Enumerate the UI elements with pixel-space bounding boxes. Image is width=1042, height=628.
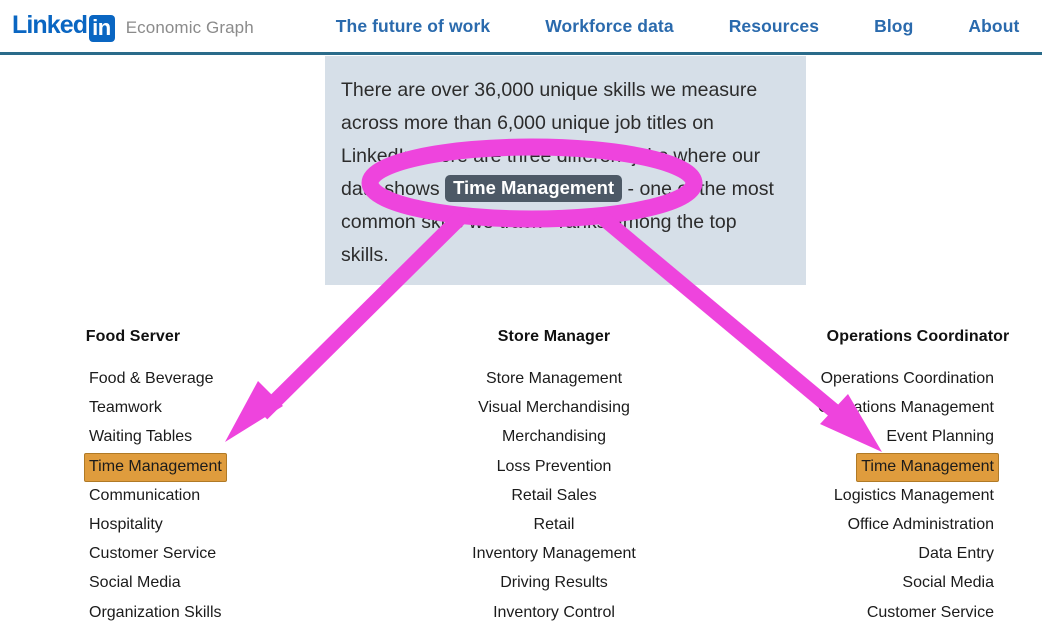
nav-item-the-future-of-work[interactable]: The future of work	[336, 16, 490, 37]
nav-item-workforce-data[interactable]: Workforce data	[545, 16, 673, 37]
skill-label: Visual Merchandising	[478, 399, 630, 417]
skill-label: Teamwork	[89, 399, 162, 417]
list-item[interactable]: Teamwork	[40, 394, 270, 423]
skill-label: Waiting Tables	[89, 428, 193, 446]
list-item[interactable]: Customer Service	[40, 540, 270, 569]
skill-label: Social Media	[902, 574, 994, 592]
list-item-highlighted[interactable]: Time Management	[40, 452, 270, 482]
skill-column-operations-coordinator: Operations Coordinator Operations Coordi…	[790, 328, 1018, 628]
skill-label: Hospitality	[89, 516, 163, 534]
skill-list-store-manager: Store Management Visual Merchandising Me…	[400, 365, 708, 628]
list-item[interactable]: Retail	[400, 511, 708, 540]
skill-label: Office Administration	[847, 516, 994, 534]
skill-label: Loss Prevention	[496, 457, 612, 475]
skill-label: Merchandising	[501, 428, 607, 446]
skill-list-operations-coordinator: Operations Coordination Operations Manag…	[790, 365, 1018, 628]
nav-item-about[interactable]: About	[968, 16, 1019, 37]
skill-label: Food & Beverage	[89, 370, 214, 387]
list-item[interactable]: Store Management	[400, 365, 708, 394]
list-item[interactable]: Social Media	[790, 569, 1018, 598]
column-title-food-server: Food Server	[85, 328, 181, 345]
skill-label: Customer Service	[866, 603, 994, 621]
list-item[interactable]: Driving Results	[400, 569, 708, 598]
list-item[interactable]: Visual Merchandising	[400, 394, 708, 423]
skill-label: Operations Coordination	[820, 370, 994, 387]
list-item[interactable]: Hospitality	[40, 511, 270, 540]
skill-label: Communication	[89, 486, 201, 504]
column-title-operations-coordinator: Operations Coordinator	[826, 328, 1010, 345]
list-item[interactable]: Operations Management	[790, 394, 1018, 423]
list-item[interactable]: Data Entry	[790, 540, 1018, 569]
skill-label: Operations Management	[817, 399, 994, 417]
main-navigation: The future of work Workforce data Resour…	[336, 16, 1020, 37]
list-item[interactable]: Loss Prevention	[400, 453, 708, 482]
skill-label: Organization Skills	[89, 603, 222, 621]
skill-label: Inventory Control	[493, 603, 615, 621]
list-item[interactable]: Waiting Tables	[40, 423, 270, 452]
callout-text-block: There are over 36,000 unique skills we m…	[325, 56, 806, 285]
list-item[interactable]: Inventory Control	[400, 599, 708, 628]
list-item[interactable]: Social Media	[40, 569, 270, 598]
skill-label: Inventory Management	[472, 545, 636, 563]
skill-label: Retail Sales	[511, 486, 597, 504]
skill-label: Data Entry	[918, 545, 994, 563]
skill-column-store-manager: Store Manager Store Management Visual Me…	[400, 328, 708, 628]
skill-column-food-server: Food Server Food & Beverage Teamwork Wai…	[40, 328, 270, 628]
nav-item-resources[interactable]: Resources	[729, 16, 819, 37]
list-item-highlighted[interactable]: Time Management	[790, 452, 1018, 482]
list-item[interactable]: Event Planning	[790, 423, 1018, 452]
linkedin-economic-graph-logo[interactable]: Linked in Economic Graph	[12, 10, 254, 42]
skill-label: Social Media	[89, 574, 181, 592]
brand-subtitle: Economic Graph	[125, 17, 254, 37]
site-header: Linked in Economic Graph The future of wo…	[0, 0, 1042, 55]
list-item[interactable]: Merchandising	[400, 423, 708, 452]
list-item[interactable]: Food & Beverage	[40, 365, 270, 394]
list-item[interactable]: Office Administration	[790, 511, 1018, 540]
skill-label: Time Management	[856, 452, 999, 482]
time-management-badge: Time Management	[445, 175, 623, 202]
list-item[interactable]: Logistics Management	[790, 482, 1018, 511]
skill-label: Time Management	[84, 452, 227, 482]
skill-label: Retail	[533, 516, 575, 534]
skill-label: Store Management	[485, 370, 623, 387]
skill-list-food-server: Food & Beverage Teamwork Waiting Tables …	[40, 365, 270, 628]
list-item[interactable]: Inventory Management	[400, 540, 708, 569]
linkedin-in-icon: in	[89, 14, 115, 42]
skill-label: Event Planning	[886, 428, 994, 446]
list-item[interactable]: Customer Service	[790, 599, 1018, 628]
skill-label: Logistics Management	[833, 486, 994, 504]
list-item[interactable]: Retail Sales	[400, 482, 708, 511]
skill-label: Driving Results	[500, 574, 608, 592]
list-item[interactable]: Organization Skills	[40, 599, 270, 628]
nav-item-blog[interactable]: Blog	[874, 16, 913, 37]
callout-paragraph: There are over 36,000 unique skills we m…	[341, 74, 784, 272]
column-title-store-manager: Store Manager	[497, 328, 611, 345]
linkedin-wordmark: Linked	[12, 10, 88, 39]
list-item[interactable]: Operations Coordination	[790, 365, 1018, 394]
skill-label: Customer Service	[89, 545, 217, 563]
list-item[interactable]: Communication	[40, 482, 270, 511]
